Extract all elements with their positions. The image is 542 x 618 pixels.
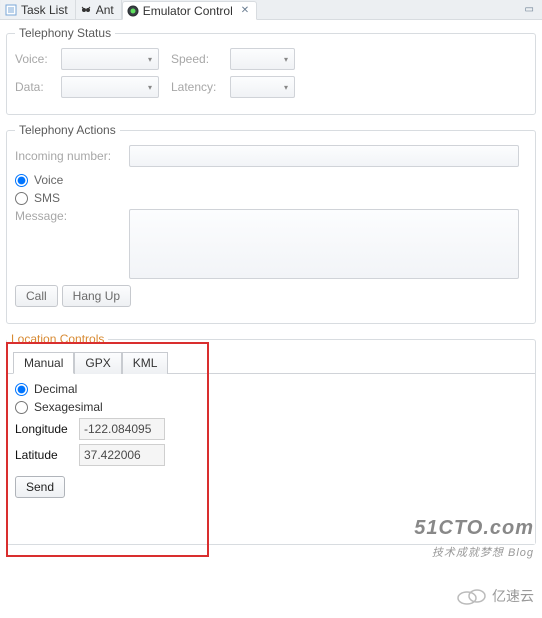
task-list-icon xyxy=(5,4,17,16)
speed-label: Speed: xyxy=(171,52,226,66)
incoming-number-input[interactable] xyxy=(129,145,519,167)
data-combo[interactable]: ▾ xyxy=(61,76,159,98)
chevron-down-icon: ▾ xyxy=(148,55,152,64)
chevron-down-icon: ▾ xyxy=(284,55,288,64)
telephony-status-legend: Telephony Status xyxy=(15,26,115,40)
chevron-down-icon: ▾ xyxy=(148,83,152,92)
chevron-down-icon: ▾ xyxy=(284,83,288,92)
telephony-actions-legend: Telephony Actions xyxy=(15,123,120,137)
data-label: Data: xyxy=(15,80,57,94)
watermark-51cto: 51CTO.com 技术成就梦想 Blog xyxy=(414,517,534,564)
tab-label: Task List xyxy=(21,3,68,17)
watermark-cloud-text: 亿速云 xyxy=(492,586,534,606)
speed-combo[interactable]: ▾ xyxy=(230,48,295,70)
voice-label: Voice: xyxy=(15,52,57,66)
sms-radio[interactable] xyxy=(15,192,28,205)
telephony-status-group: Telephony Status Voice: ▾ Speed: ▾ Data:… xyxy=(6,26,536,115)
send-button[interactable]: Send xyxy=(15,476,65,498)
incoming-number-label: Incoming number: xyxy=(15,149,125,163)
watermark-subtitle: 技术成就梦想 Blog xyxy=(432,547,534,559)
minimize-view-icon[interactable]: ▭ xyxy=(525,1,542,19)
voice-radio-label: Voice xyxy=(34,173,63,187)
tab-kml[interactable]: KML xyxy=(122,352,169,374)
sexagesimal-radio-label: Sexagesimal xyxy=(34,400,103,414)
latency-label: Latency: xyxy=(171,80,226,94)
close-tab-icon[interactable]: ✕ xyxy=(241,5,249,16)
call-button[interactable]: Call xyxy=(15,285,58,307)
tab-emulator-control[interactable]: Emulator Control ✕ xyxy=(122,1,257,20)
ant-icon xyxy=(80,4,92,16)
voice-radio[interactable] xyxy=(15,174,28,187)
latency-combo[interactable]: ▾ xyxy=(230,76,295,98)
emulator-icon xyxy=(127,5,139,17)
decimal-radio-label: Decimal xyxy=(34,382,77,396)
sms-radio-row[interactable]: SMS xyxy=(15,191,527,205)
location-controls-legend: Location Controls xyxy=(7,332,108,346)
watermark-yisu: 亿速云 xyxy=(454,586,534,606)
message-label: Message: xyxy=(15,209,125,223)
tab-ant[interactable]: Ant xyxy=(76,0,122,19)
voice-combo[interactable]: ▾ xyxy=(61,48,159,70)
latitude-input[interactable] xyxy=(79,444,165,466)
cloud-icon xyxy=(454,586,488,606)
sexagesimal-radio-row[interactable]: Sexagesimal xyxy=(15,400,527,414)
tab-label: Emulator Control xyxy=(143,4,233,18)
sexagesimal-radio[interactable] xyxy=(15,401,28,414)
location-controls-group: Location Controls Manual GPX KML Decimal… xyxy=(6,332,536,545)
watermark-host: 51CTO.com xyxy=(414,517,534,539)
decimal-radio-row[interactable]: Decimal xyxy=(15,382,527,396)
tab-gpx[interactable]: GPX xyxy=(74,352,121,374)
voice-radio-row[interactable]: Voice xyxy=(15,173,527,187)
sms-radio-label: SMS xyxy=(34,191,60,205)
message-textarea[interactable] xyxy=(129,209,519,279)
tab-task-list[interactable]: Task List xyxy=(1,0,76,19)
decimal-radio[interactable] xyxy=(15,383,28,396)
tab-label: Ant xyxy=(96,3,114,17)
hang-up-button[interactable]: Hang Up xyxy=(62,285,131,307)
tab-bar: Task List Ant Emulator Control ✕ ▭ xyxy=(0,0,542,20)
telephony-actions-group: Telephony Actions Incoming number: Voice… xyxy=(6,123,536,324)
tab-manual[interactable]: Manual xyxy=(13,352,74,374)
longitude-input[interactable] xyxy=(79,418,165,440)
longitude-label: Longitude xyxy=(15,422,73,436)
latitude-label: Latitude xyxy=(15,448,73,462)
